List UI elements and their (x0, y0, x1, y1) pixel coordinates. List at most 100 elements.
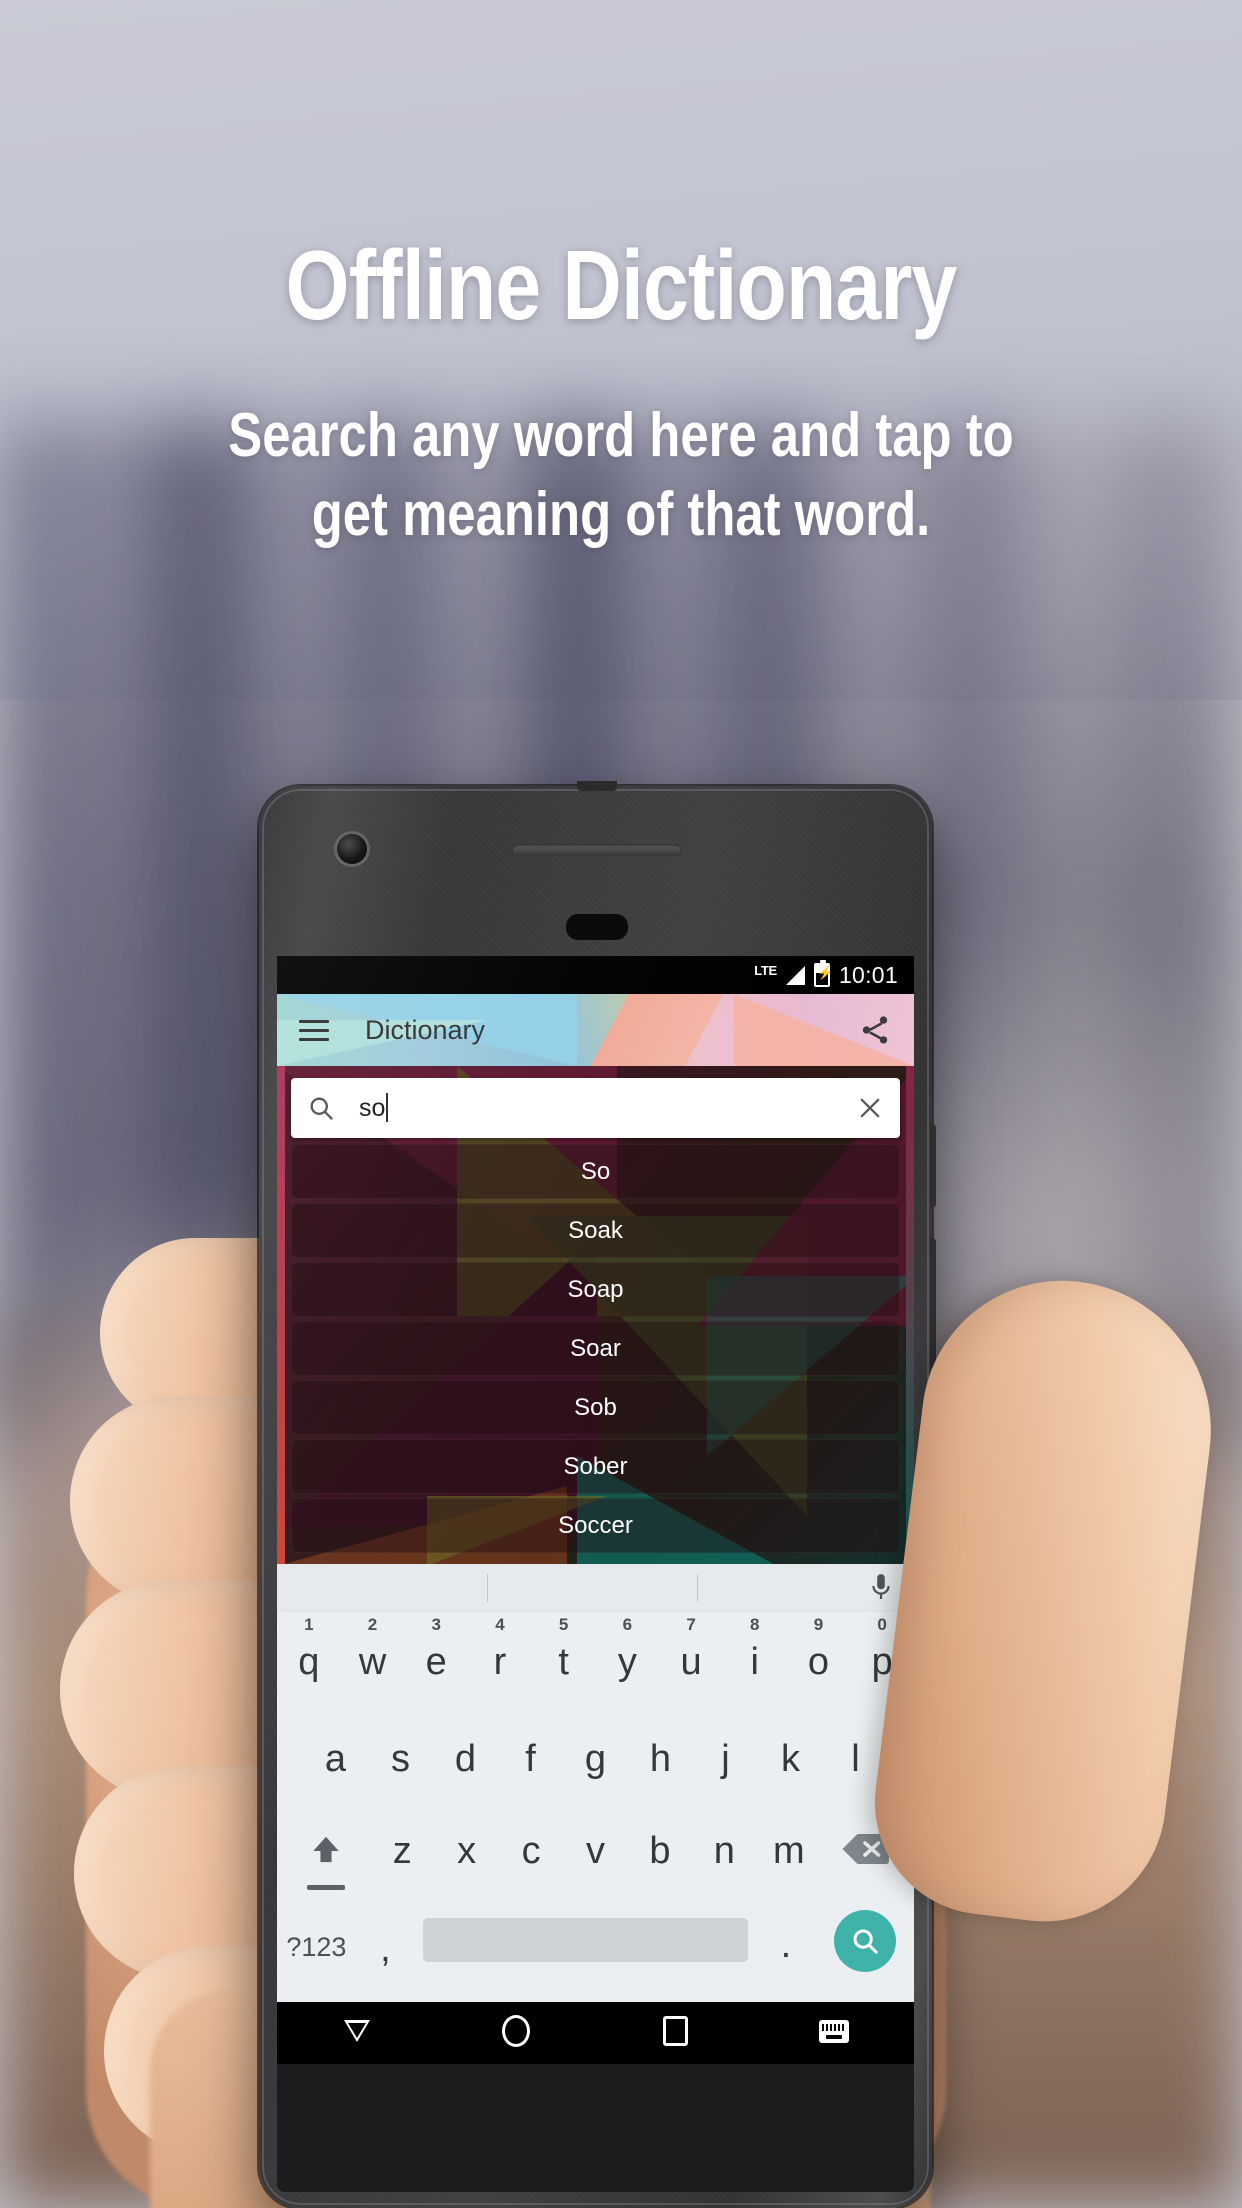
status-bar: LTE 10:01 (277, 956, 914, 994)
key-letter: u (680, 1641, 702, 1683)
promo-subtitle-line-1: Search any word here and tap to (228, 401, 1014, 470)
key-e[interactable]: 3e (404, 1616, 468, 1681)
microphone-icon[interactable] (868, 1573, 894, 1603)
key-d[interactable]: d (433, 1718, 498, 1778)
word-label: Soar (570, 1334, 621, 1362)
recents-square-icon[interactable] (596, 2016, 755, 2046)
share-icon[interactable] (858, 1013, 892, 1047)
signal-bars-icon (785, 965, 805, 985)
search-bar-container: so (277, 1066, 914, 1138)
word-suggestion-list: So Soak Soap Soar Sob Sober Soccer (277, 1138, 914, 1553)
key-q[interactable]: 1q (277, 1616, 341, 1681)
key-b[interactable]: b (628, 1810, 692, 1870)
key-letter: e (425, 1641, 447, 1683)
key-letter: q (298, 1641, 320, 1683)
hamburger-menu-icon[interactable] (299, 1019, 329, 1041)
list-item[interactable]: Sob (291, 1380, 900, 1435)
key-n[interactable]: n (692, 1810, 756, 1870)
close-x-icon[interactable] (856, 1094, 884, 1122)
key-letter: w (358, 1641, 387, 1683)
key-period[interactable]: . (756, 1904, 815, 1964)
key-g[interactable]: g (563, 1718, 628, 1778)
key-y[interactable]: 6y (596, 1616, 660, 1681)
home-circle (501, 2015, 530, 2047)
search-input-value: so (359, 1094, 386, 1122)
earpiece-speaker (512, 844, 682, 856)
hide-keyboard-down-icon[interactable] (277, 2020, 436, 2042)
key-v[interactable]: v (563, 1810, 627, 1870)
list-item[interactable]: Soccer (291, 1498, 900, 1553)
space-key[interactable] (415, 1904, 756, 1962)
key-z[interactable]: z (370, 1810, 434, 1870)
recents-square (662, 2016, 688, 2046)
key-h[interactable]: h (628, 1718, 693, 1778)
home-circle-icon[interactable] (436, 2015, 595, 2047)
key-r[interactable]: 4r (468, 1616, 532, 1681)
key-number-hint: 0 (877, 1615, 887, 1634)
suggestion-divider-1 (487, 1574, 488, 1602)
key-f[interactable]: f (498, 1718, 563, 1778)
key-x[interactable]: x (434, 1810, 498, 1870)
app-toolbar: Dictionary (277, 994, 914, 1066)
promo-headlines: Offline Dictionary Search any word here … (0, 0, 1242, 555)
word-label: So (580, 1157, 611, 1185)
key-letter: t (558, 1641, 569, 1683)
toolbar-title: Dictionary (365, 1014, 486, 1045)
promo-subtitle-line-2: get meaning of that word. (311, 480, 931, 550)
key-number-hint: 2 (367, 1615, 378, 1634)
keyboard-row-1: 1q 2w 3e 4r 5t 6y 7u 8i 9o 0p (277, 1612, 914, 1708)
word-label: Soak (568, 1216, 623, 1244)
list-item[interactable]: So (291, 1144, 900, 1199)
hamburger-bar-2 (299, 1028, 329, 1032)
key-a[interactable]: a (303, 1718, 368, 1778)
keyboard-suggestion-strip[interactable] (277, 1564, 914, 1612)
shift-caps-icon[interactable] (283, 1810, 370, 1890)
key-i[interactable]: 8i (723, 1616, 787, 1681)
symbols-key[interactable]: ?123 (277, 1904, 356, 1961)
phone-screen: LTE 10:01 Dictionary (277, 956, 914, 2064)
key-k[interactable]: k (758, 1718, 823, 1778)
key-letter: p (871, 1641, 893, 1683)
list-item[interactable]: Sober (291, 1439, 900, 1494)
text-caret (386, 1093, 389, 1122)
key-p[interactable]: 0p (850, 1616, 914, 1681)
key-m[interactable]: m (757, 1810, 821, 1870)
list-item[interactable]: Soak (291, 1203, 900, 1258)
key-o[interactable]: 9o (787, 1616, 851, 1681)
promo-subtitle: Search any word here and tap to get mean… (112, 396, 1130, 555)
phone-top-notch (577, 781, 617, 791)
key-w[interactable]: 2w (341, 1616, 405, 1681)
list-item[interactable]: Soar (291, 1321, 900, 1376)
backspace-icon[interactable] (821, 1810, 908, 1873)
search-input[interactable]: so (359, 1093, 389, 1123)
key-number-hint: 4 (495, 1615, 505, 1634)
key-comma[interactable]: , (356, 1904, 415, 1968)
search-go-icon[interactable] (816, 1904, 915, 1972)
key-number-hint: 8 (750, 1615, 760, 1634)
list-item[interactable]: Soap (291, 1262, 900, 1317)
keyboard-row-3: z x c v b n m (277, 1802, 914, 1898)
hamburger-bar-3 (299, 1037, 329, 1041)
key-s[interactable]: s (368, 1718, 433, 1778)
key-number-hint: 1 (304, 1615, 314, 1634)
keyboard-row-2: a s d f g h j k l (277, 1708, 914, 1802)
search-bar[interactable]: so (291, 1078, 900, 1138)
suggestion-divider-2 (697, 1574, 698, 1602)
volume-button[interactable] (930, 1238, 936, 1368)
key-j[interactable]: j (693, 1718, 758, 1778)
key-letter: i (750, 1641, 759, 1683)
keyboard-row-4: ?123 , . (277, 1898, 914, 1998)
search-go-circle (833, 1910, 896, 1972)
key-number-hint: 6 (622, 1615, 633, 1634)
proximity-sensor (566, 914, 628, 940)
key-l[interactable]: l (823, 1718, 888, 1778)
power-button[interactable] (930, 1124, 936, 1208)
key-t[interactable]: 5t (532, 1616, 596, 1681)
key-c[interactable]: c (499, 1810, 563, 1870)
word-label: Soccer (558, 1511, 633, 1539)
key-u[interactable]: 7u (659, 1616, 723, 1681)
keyboard-icon[interactable] (755, 2019, 914, 2043)
hamburger-bar-1 (299, 1019, 329, 1023)
shift-lock-bar (307, 1885, 346, 1890)
front-camera-icon (337, 834, 367, 864)
